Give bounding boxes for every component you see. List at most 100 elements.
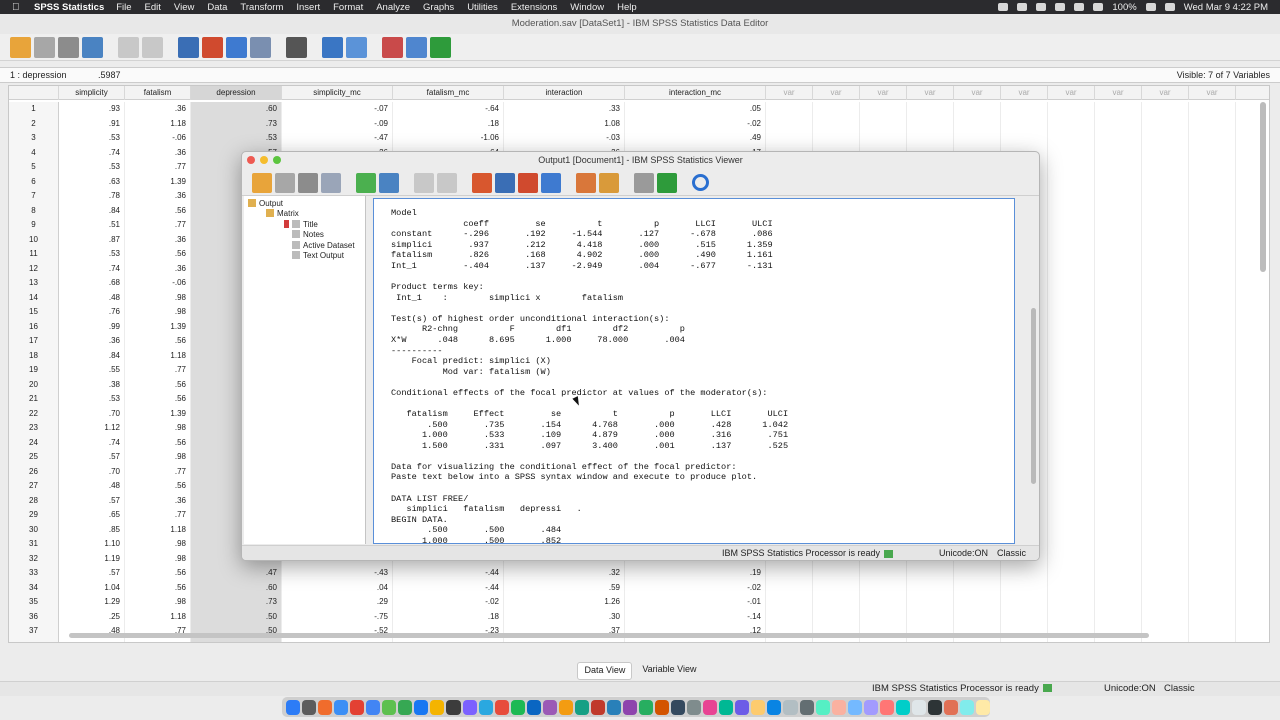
data-cell[interactable] bbox=[766, 131, 813, 146]
data-cell[interactable]: .50 bbox=[191, 609, 282, 624]
data-cell[interactable]: 1.04 bbox=[59, 580, 125, 595]
data-cell[interactable]: .98 bbox=[125, 290, 191, 305]
data-cell[interactable] bbox=[1048, 464, 1095, 479]
data-cell[interactable]: -.06 bbox=[125, 276, 191, 291]
menu-help[interactable]: Help bbox=[617, 2, 637, 13]
data-cell[interactable] bbox=[1189, 580, 1236, 595]
dock-app-icon[interactable] bbox=[526, 699, 541, 715]
row-number[interactable]: 10 bbox=[9, 232, 59, 247]
column-header-var-9[interactable]: var bbox=[860, 86, 907, 100]
data-cell[interactable] bbox=[1048, 131, 1095, 146]
row-number[interactable]: 17 bbox=[9, 334, 59, 349]
data-cell[interactable] bbox=[954, 566, 1001, 581]
data-cell[interactable] bbox=[1095, 392, 1142, 407]
data-cell[interactable] bbox=[1095, 203, 1142, 218]
dock-app-icon[interactable] bbox=[334, 699, 349, 715]
data-cell[interactable]: .30 bbox=[504, 609, 625, 624]
data-cell[interactable]: .60 bbox=[191, 102, 282, 117]
dock-app-icon[interactable] bbox=[831, 699, 846, 715]
vertical-scrollbar[interactable] bbox=[1260, 102, 1266, 272]
data-cell[interactable] bbox=[1048, 334, 1095, 349]
data-cell[interactable]: .53 bbox=[59, 160, 125, 175]
data-cell[interactable]: .48 bbox=[59, 479, 125, 494]
data-cell[interactable]: .74 bbox=[59, 261, 125, 276]
row-number[interactable]: 8 bbox=[9, 203, 59, 218]
data-cell[interactable] bbox=[1095, 551, 1142, 566]
data-cell[interactable] bbox=[1142, 363, 1189, 378]
data-cell[interactable] bbox=[1095, 566, 1142, 581]
data-cell[interactable] bbox=[1048, 580, 1095, 595]
data-cell[interactable] bbox=[1189, 464, 1236, 479]
data-cell[interactable] bbox=[1095, 377, 1142, 392]
menu-extensions[interactable]: Extensions bbox=[511, 2, 557, 13]
data-cell[interactable] bbox=[1142, 580, 1189, 595]
data-cell[interactable] bbox=[1189, 638, 1236, 642]
data-cell[interactable]: .29 bbox=[282, 595, 393, 610]
data-cell[interactable] bbox=[766, 638, 813, 642]
data-cell[interactable]: -1.06 bbox=[393, 131, 504, 146]
data-cell[interactable] bbox=[1142, 464, 1189, 479]
go-to-variable-icon[interactable] bbox=[518, 172, 538, 193]
run-descriptives-icon[interactable] bbox=[250, 36, 271, 58]
column-header-var-13[interactable]: var bbox=[1048, 86, 1095, 100]
data-cell[interactable] bbox=[1095, 508, 1142, 523]
data-cell[interactable] bbox=[860, 102, 907, 117]
dock-app-icon[interactable] bbox=[302, 699, 317, 715]
dock-app-icon[interactable] bbox=[687, 699, 702, 715]
row-number[interactable]: 31 bbox=[9, 537, 59, 552]
undo-icon[interactable] bbox=[118, 36, 139, 58]
data-cell[interactable]: .57 bbox=[191, 638, 282, 642]
data-cell[interactable] bbox=[1095, 305, 1142, 320]
data-cell[interactable] bbox=[1048, 508, 1095, 523]
data-cell[interactable] bbox=[1095, 479, 1142, 494]
data-cell[interactable] bbox=[1142, 290, 1189, 305]
dock-app-icon[interactable] bbox=[366, 699, 381, 715]
dock-app-icon[interactable] bbox=[703, 699, 718, 715]
data-cell[interactable]: .70 bbox=[59, 406, 125, 421]
data-cell[interactable] bbox=[1189, 102, 1236, 117]
data-cell[interactable]: .93 bbox=[59, 102, 125, 117]
column-header-fatalism_mc[interactable]: fatalism_mc bbox=[393, 86, 504, 100]
dock-app-icon[interactable] bbox=[414, 699, 429, 715]
data-cell[interactable] bbox=[1142, 319, 1189, 334]
row-number[interactable]: 24 bbox=[9, 435, 59, 450]
row-number[interactable]: 36 bbox=[9, 609, 59, 624]
data-cell[interactable] bbox=[1189, 609, 1236, 624]
data-cell[interactable] bbox=[1048, 479, 1095, 494]
outline-notes[interactable]: Notes bbox=[292, 230, 324, 240]
dock-app-icon[interactable] bbox=[478, 699, 493, 715]
data-cell[interactable] bbox=[1142, 189, 1189, 204]
data-cell[interactable] bbox=[1189, 116, 1236, 131]
data-cell[interactable]: .06 bbox=[625, 638, 766, 642]
data-cell[interactable] bbox=[1189, 551, 1236, 566]
data-cell[interactable] bbox=[1142, 609, 1189, 624]
select-cases-icon[interactable] bbox=[430, 36, 451, 58]
dock-app-icon[interactable] bbox=[783, 699, 798, 715]
redo-icon[interactable] bbox=[437, 172, 457, 193]
data-cell[interactable] bbox=[1189, 160, 1236, 175]
data-cell[interactable] bbox=[860, 595, 907, 610]
data-cell[interactable] bbox=[1001, 580, 1048, 595]
data-cell[interactable] bbox=[1142, 566, 1189, 581]
outline-matrix[interactable]: Matrix bbox=[266, 209, 299, 219]
horizontal-scrollbar[interactable] bbox=[69, 633, 1149, 638]
data-cell[interactable] bbox=[1048, 145, 1095, 160]
data-cell[interactable] bbox=[766, 609, 813, 624]
row-number[interactable]: 37 bbox=[9, 624, 59, 639]
dock-app-icon[interactable] bbox=[574, 699, 589, 715]
data-cell[interactable] bbox=[1142, 493, 1189, 508]
data-cell[interactable] bbox=[766, 566, 813, 581]
data-cell[interactable]: -.09 bbox=[282, 116, 393, 131]
battery-icon[interactable] bbox=[1145, 3, 1156, 11]
data-cell[interactable]: 1.26 bbox=[504, 595, 625, 610]
insert-heading-icon[interactable] bbox=[576, 172, 596, 193]
data-cell[interactable] bbox=[813, 638, 860, 642]
data-cell[interactable] bbox=[1048, 232, 1095, 247]
go-to-data-icon[interactable] bbox=[472, 172, 492, 193]
data-cell[interactable] bbox=[1095, 406, 1142, 421]
data-cell[interactable] bbox=[954, 609, 1001, 624]
data-cell[interactable]: .56 bbox=[125, 334, 191, 349]
search-icon[interactable] bbox=[692, 174, 709, 191]
data-cell[interactable] bbox=[1095, 160, 1142, 175]
column-header-var-8[interactable]: var bbox=[813, 86, 860, 100]
